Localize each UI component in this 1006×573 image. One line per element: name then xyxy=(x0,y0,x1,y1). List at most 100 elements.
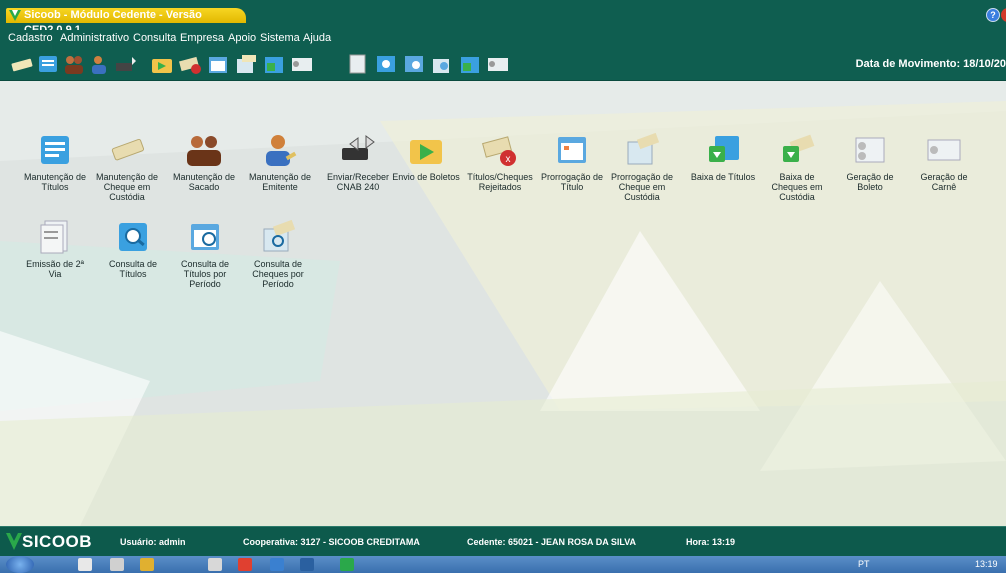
status-usuario: Usuário: admin xyxy=(120,537,186,547)
tile-label: Prorrogação de Cheque em Custódia xyxy=(610,172,674,202)
tile-baixa-cheques[interactable]: Baixa de Cheques em Custódia xyxy=(762,132,832,202)
users-icon xyxy=(187,136,221,166)
download-cheque-icon[interactable] xyxy=(458,53,482,75)
rejected-icon[interactable] xyxy=(178,53,202,75)
tile-prorrogacao-cheque[interactable]: Prorrogação de Cheque em Custódia xyxy=(607,132,677,202)
tile-consulta-titulos-periodo[interactable]: Consulta de Títulos por Período xyxy=(170,219,240,289)
boleto-icon[interactable] xyxy=(290,53,314,75)
document-list-icon xyxy=(41,136,69,164)
tile-enviar-receber-cnab[interactable]: Enviar/Receber CNAB 240 xyxy=(323,132,393,192)
tile-label: Manutenção de Títulos xyxy=(23,172,87,192)
cheque-icon[interactable] xyxy=(10,53,34,75)
tile-manutencao-emitente[interactable]: Manutenção de Emitente xyxy=(245,132,315,192)
tile-consulta-cheques-periodo[interactable]: Consulta de Cheques por Período xyxy=(243,219,313,289)
send-folder-icon xyxy=(410,140,442,164)
taskbar-app-icon[interactable] xyxy=(78,558,92,571)
help-icon[interactable]: ? xyxy=(986,8,1000,22)
sicoob-logo-icon[interactable] xyxy=(340,558,354,571)
tile-envio-boletos[interactable]: Envio de Boletos xyxy=(391,132,461,182)
tile-emissao-2a-via[interactable]: Emissão de 2ª Via xyxy=(20,219,90,279)
calendar-cheque-icon xyxy=(627,132,660,165)
menu-apoio[interactable]: Apoio xyxy=(228,32,256,45)
rejected-icon: x xyxy=(482,136,516,166)
folder-icon[interactable] xyxy=(140,558,154,571)
tile-label: Títulos/Cheques Rejeitados xyxy=(467,172,533,192)
calendar-icon xyxy=(558,137,586,163)
search-calendar-icon xyxy=(191,224,219,250)
tile-label: Manutenção de Cheque em Custódia xyxy=(95,172,159,202)
menu-cadastro[interactable]: Cadastro xyxy=(8,32,53,45)
window-title-tab: Sicoob - Módulo Cedente - Versão CED2.0.… xyxy=(6,8,246,36)
tile-label: Consulta de Títulos xyxy=(108,259,158,279)
tile-consulta-titulos[interactable]: Consulta de Títulos xyxy=(98,219,168,279)
menu-sistema[interactable]: Sistema xyxy=(260,32,300,45)
status-hora: Hora: 13:19 xyxy=(686,537,736,547)
tile-label: Emissão de 2ª Via xyxy=(26,259,84,279)
tile-manutencao-sacado[interactable]: Manutenção de Sacado xyxy=(169,132,239,192)
desktop-area: Manutenção de Títulos Manutenção de Cheq… xyxy=(0,81,1006,526)
os-taskbar: PT 13:19 xyxy=(0,556,1006,573)
calendar-icon[interactable] xyxy=(206,53,230,75)
close-icon[interactable] xyxy=(1001,8,1006,22)
tray-language[interactable]: PT xyxy=(858,559,870,569)
transfer-icon xyxy=(342,135,375,160)
tile-label: Consulta de Cheques por Período xyxy=(252,259,304,289)
tile-label: Geração de Boleto xyxy=(846,172,894,192)
copy-doc-icon[interactable] xyxy=(346,53,370,75)
users-icon[interactable] xyxy=(62,53,86,75)
status-cedente: Cedente: 65021 - JEAN ROSA DA SILVA xyxy=(467,537,637,547)
tile-label: Geração de Carnê xyxy=(920,172,968,192)
status-cooperativa: Cooperativa: 3127 - SICOOB CREDITAMA xyxy=(243,537,420,547)
search-cheque-calendar-icon xyxy=(263,219,296,252)
search-cheque-calendar-icon[interactable] xyxy=(430,53,454,75)
tile-baixa-titulos[interactable]: Baixa de Títulos xyxy=(688,132,758,182)
tile-label: Enviar/Receber CNAB 240 xyxy=(326,172,390,192)
svg-text:x: x xyxy=(506,154,511,165)
cheque-icon xyxy=(111,138,145,161)
user-edit-icon[interactable] xyxy=(88,53,112,75)
brand-name: SICOOB xyxy=(22,532,93,551)
tile-titulos-rejeitados[interactable]: x Títulos/Cheques Rejeitados xyxy=(465,132,535,192)
data-movimento: Data de Movimento: 18/10/20 xyxy=(855,58,1006,70)
download-doc-icon xyxy=(709,136,739,162)
menu-bar: Cadastro Administrativo Consulta Empresa… xyxy=(0,30,1006,47)
tile-prorrogacao-titulo[interactable]: Prorrogação de Título xyxy=(537,132,607,192)
tile-label: Manutenção de Sacado xyxy=(172,172,236,192)
tile-manutencao-titulos[interactable]: Manutenção de Títulos xyxy=(20,132,90,192)
calendar-cheque-icon[interactable] xyxy=(234,53,258,75)
tile-label: Envio de Boletos xyxy=(392,172,460,182)
status-bar: SICOOB Usuário: admin Cooperativa: 3127 … xyxy=(0,526,1006,556)
tile-label: Manutenção de Emitente xyxy=(248,172,312,192)
download-doc-icon[interactable] xyxy=(262,53,286,75)
menu-administrativo[interactable]: Administrativo xyxy=(60,32,129,45)
tile-label: Consulta de Títulos por Período xyxy=(180,259,230,289)
carne-icon[interactable] xyxy=(486,53,510,75)
user-edit-icon xyxy=(266,135,297,166)
taskbar-app-icon[interactable] xyxy=(208,558,222,571)
menu-ajuda[interactable]: Ajuda xyxy=(303,32,331,45)
start-button[interactable] xyxy=(6,556,34,573)
taskbar-app-icon[interactable] xyxy=(300,558,314,571)
carne-icon xyxy=(927,139,961,161)
taskbar-app-icon[interactable] xyxy=(270,558,284,571)
tile-label: Baixa de Cheques em Custódia xyxy=(771,172,823,202)
menu-empresa[interactable]: Empresa xyxy=(180,32,224,45)
tile-geracao-carne[interactable]: Geração de Carnê xyxy=(909,132,979,192)
browser-icon[interactable] xyxy=(238,558,252,571)
transfer-icon[interactable] xyxy=(114,53,138,75)
search-calendar-icon[interactable] xyxy=(402,53,426,75)
taskbar-app-icon[interactable] xyxy=(110,558,124,571)
tray-clock[interactable]: 13:19 xyxy=(975,559,998,569)
document-list-icon[interactable] xyxy=(36,53,60,75)
boleto-icon xyxy=(855,137,885,163)
menu-consulta[interactable]: Consulta xyxy=(133,32,176,45)
sicoob-logo-icon xyxy=(6,533,22,550)
title-bar: Sicoob - Módulo Cedente - Versão CED2.0.… xyxy=(0,0,1006,36)
search-doc-icon[interactable] xyxy=(374,53,398,75)
search-doc-icon xyxy=(119,223,147,251)
tile-manutencao-cheque[interactable]: Manutenção de Cheque em Custódia xyxy=(92,132,162,202)
download-cheque-icon xyxy=(783,134,815,162)
tile-geracao-boleto[interactable]: Geração de Boleto xyxy=(835,132,905,192)
tile-label: Prorrogação de Título xyxy=(540,172,604,192)
send-folder-icon[interactable] xyxy=(150,53,174,75)
